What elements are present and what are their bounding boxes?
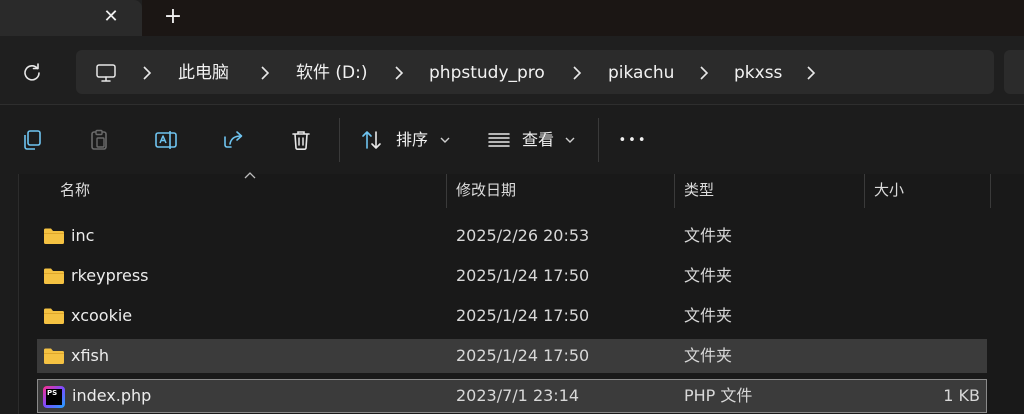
trash-icon — [292, 131, 310, 150]
view-list-icon — [488, 133, 510, 147]
copy-button[interactable] — [17, 125, 47, 155]
share-button[interactable] — [219, 125, 249, 155]
chevron-right-icon[interactable] — [804, 62, 818, 84]
sort-icon — [362, 131, 381, 149]
file-name: xfish — [71, 346, 110, 365]
column-divider[interactable] — [990, 174, 991, 208]
folder-icon — [44, 348, 64, 364]
title-bar: ✕ + — [0, 0, 1024, 36]
column-header-name[interactable]: 名称 — [60, 178, 90, 202]
computer-icon[interactable] — [92, 59, 120, 87]
sort-ascending-icon — [244, 172, 256, 179]
file-row-selected[interactable]: xfish 2025/1/24 17:50 文件夹 — [37, 339, 987, 373]
file-type: 文件夹 — [684, 306, 733, 325]
file-row[interactable]: xcookie 2025/1/24 17:50 文件夹 — [37, 299, 987, 333]
chevron-right-icon[interactable] — [392, 62, 406, 84]
breadcrumb-item-this-pc[interactable]: 此电脑 — [178, 62, 229, 84]
breadcrumb-item-pikachu[interactable]: pikachu — [608, 62, 674, 84]
file-name: xcookie — [71, 306, 133, 325]
sort-label: 排序 — [396, 130, 429, 149]
column-divider[interactable] — [446, 174, 447, 208]
tab-strip-background — [142, 0, 1024, 36]
share-icon — [224, 131, 243, 148]
chevron-right-icon[interactable] — [697, 62, 711, 84]
breadcrumb-item-pkxss[interactable]: pkxss — [734, 62, 782, 84]
file-list-pane — [0, 174, 1024, 414]
column-header-modified[interactable]: 修改日期 — [456, 178, 516, 202]
file-row-focused[interactable]: PS index.php 2023/7/1 23:14 PHP 文件 1 KB — [37, 379, 987, 413]
ps-badge: PS — [46, 389, 62, 405]
delete-button[interactable] — [286, 125, 316, 155]
file-name: rkeypress — [71, 266, 149, 285]
search-field[interactable] — [1004, 50, 1024, 94]
chevron-right-icon[interactable] — [258, 62, 272, 84]
sort-button[interactable]: 排序 — [356, 122, 452, 158]
file-row[interactable]: inc 2025/2/26 20:53 文件夹 — [37, 219, 987, 253]
copy-icon — [24, 130, 41, 150]
file-name: index.php — [72, 386, 152, 405]
phpstorm-file-icon: PS — [43, 386, 65, 408]
new-tab-button[interactable]: + — [158, 3, 188, 29]
chevron-down-icon — [440, 137, 450, 143]
rename-button[interactable] — [151, 125, 181, 155]
rename-icon — [155, 131, 177, 149]
file-type: 文件夹 — [684, 226, 733, 245]
refresh-button[interactable] — [16, 58, 48, 86]
file-type: PHP 文件 — [684, 386, 753, 405]
file-modified: 2025/1/24 17:50 — [456, 346, 590, 365]
toolbar-divider — [339, 118, 340, 162]
folder-icon — [44, 268, 64, 284]
chevron-right-icon[interactable] — [140, 62, 154, 84]
more-options-button[interactable]: ••• — [614, 126, 652, 154]
file-modified: 2025/2/26 20:53 — [456, 226, 590, 245]
file-type: 文件夹 — [684, 346, 733, 365]
column-divider[interactable] — [864, 174, 865, 208]
column-header-size[interactable]: 大小 — [874, 178, 904, 202]
file-modified: 2023/7/1 23:14 — [456, 386, 580, 405]
column-header-type[interactable]: 类型 — [684, 178, 714, 202]
view-button[interactable]: 查看 — [483, 122, 579, 158]
paste-button[interactable] — [84, 125, 114, 155]
folder-icon — [44, 228, 64, 244]
chevron-right-icon[interactable] — [570, 62, 584, 84]
breadcrumb-item-drive-d[interactable]: 软件 (D:) — [296, 62, 368, 84]
file-type: 文件夹 — [684, 266, 733, 285]
navigation-pane-edge[interactable] — [0, 174, 19, 414]
clipboard-icon — [91, 129, 107, 150]
toolbar-divider — [598, 118, 599, 162]
tab-close-button[interactable]: ✕ — [97, 4, 125, 28]
file-modified: 2025/1/24 17:50 — [456, 306, 590, 325]
folder-icon — [44, 308, 64, 324]
breadcrumb-item-phpstudy-pro[interactable]: phpstudy_pro — [429, 62, 545, 84]
refresh-icon — [24, 63, 40, 81]
more-icon: ••• — [618, 132, 648, 148]
file-modified: 2025/1/24 17:50 — [456, 266, 590, 285]
view-label: 查看 — [522, 130, 555, 149]
column-divider[interactable] — [674, 174, 675, 208]
file-size: 1 KB — [943, 386, 980, 405]
file-row[interactable]: rkeypress 2025/1/24 17:50 文件夹 — [37, 259, 987, 293]
chevron-down-icon — [565, 137, 575, 143]
file-name: inc — [71, 226, 95, 245]
